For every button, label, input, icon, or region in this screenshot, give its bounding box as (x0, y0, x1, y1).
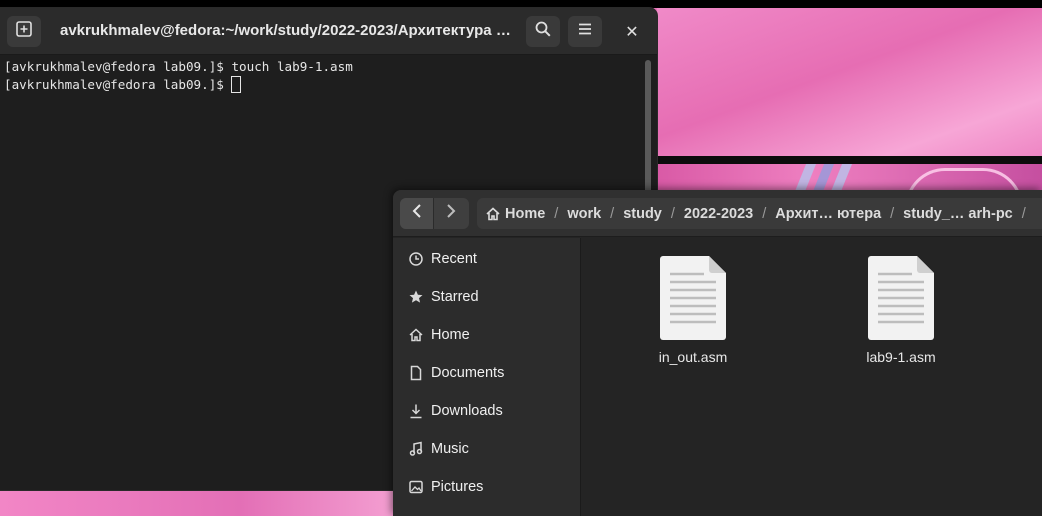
menu-button[interactable] (568, 16, 602, 47)
document-icon (408, 365, 424, 381)
forward-button[interactable] (434, 198, 468, 229)
file-name: in_out.asm (658, 349, 728, 365)
path-separator: / (890, 205, 895, 222)
path-separator: / (670, 205, 675, 222)
terminal-headerbar[interactable]: avkrukhmalev@fedora:~/work/study/2022-20… (0, 8, 657, 55)
new-tab-icon (15, 20, 33, 43)
path-segment[interactable]: study_… arh-pc (897, 206, 1019, 222)
sidebar-item-starred[interactable]: Starred (393, 278, 581, 316)
file-item[interactable]: lab9-1.asm (846, 238, 956, 365)
sidebar-item-music[interactable]: Music (393, 430, 581, 468)
top-panel (0, 0, 1042, 8)
file-manager-window[interactable]: Home / work / study / 2022-2023 / Архит…… (393, 190, 1042, 516)
navigation-buttons (400, 198, 469, 229)
text-file-icon (660, 256, 726, 340)
path-separator: / (610, 205, 615, 222)
close-icon: ✕ (625, 24, 639, 41)
path-segment[interactable]: work (561, 206, 607, 222)
path-segment[interactable]: study (617, 206, 668, 222)
places-sidebar: Recent Starred Home Documents Downloads … (393, 238, 581, 516)
file-name: lab9-1.asm (866, 349, 936, 365)
back-button[interactable] (400, 198, 434, 229)
path-separator: / (554, 205, 559, 222)
path-segment[interactable]: Архит… ютера (769, 206, 887, 222)
path-segment-home[interactable]: Home (505, 206, 551, 222)
music-icon (408, 441, 424, 457)
wallpaper-pink-bottom (0, 490, 400, 516)
sidebar-item-downloads[interactable]: Downloads (393, 392, 581, 430)
sidebar-item-label: Recent (431, 251, 477, 267)
sidebar-item-label: Starred (431, 289, 479, 305)
wallpaper-pink-area (657, 8, 1042, 156)
home-icon (408, 327, 424, 343)
sidebar-item-pictures[interactable]: Pictures (393, 468, 581, 506)
hamburger-menu-icon (576, 20, 594, 43)
terminal-prompt: [avkrukhmalev@fedora lab09.]$ (4, 77, 232, 92)
sidebar-item-label: Downloads (431, 403, 503, 419)
home-icon (485, 206, 501, 222)
terminal-line: [avkrukhmalev@fedora lab09.]$ touch lab9… (4, 59, 353, 74)
star-icon (408, 289, 424, 305)
sidebar-item-label: Documents (431, 365, 505, 381)
text-file-icon (868, 256, 934, 340)
sidebar-item-home[interactable]: Home (393, 316, 581, 354)
sidebar-item-label: Home (431, 327, 470, 343)
back-arrow-icon (410, 203, 424, 224)
search-button[interactable] (526, 16, 560, 47)
file-manager-headerbar[interactable]: Home / work / study / 2022-2023 / Архит…… (393, 190, 1042, 237)
path-separator: / (762, 205, 767, 222)
file-item[interactable]: in_out.asm (638, 238, 748, 365)
forward-arrow-icon (444, 203, 458, 224)
terminal-title: avkrukhmalev@fedora:~/work/study/2022-20… (60, 22, 512, 39)
path-bar[interactable]: Home / work / study / 2022-2023 / Архит…… (477, 198, 1042, 229)
path-separator: / (1021, 205, 1026, 222)
terminal-cursor (231, 76, 242, 93)
search-icon (534, 20, 552, 43)
file-view[interactable]: in_out.asm lab9-1.asm (582, 238, 1042, 516)
sidebar-item-label: Pictures (431, 479, 484, 495)
picture-icon (408, 479, 424, 495)
sidebar-item-recent[interactable]: Recent (393, 240, 581, 278)
sidebar-item-label: Music (431, 441, 469, 457)
close-button[interactable]: ✕ (620, 20, 644, 44)
sidebar-item-documents[interactable]: Documents (393, 354, 581, 392)
wallpaper-dark-band (657, 156, 1042, 164)
download-icon (408, 403, 424, 419)
new-tab-button[interactable] (7, 16, 41, 47)
path-segment[interactable]: 2022-2023 (678, 206, 759, 222)
clock-icon (408, 251, 424, 267)
terminal-prompt-line: [avkrukhmalev@fedora lab09.]$ (4, 76, 641, 94)
